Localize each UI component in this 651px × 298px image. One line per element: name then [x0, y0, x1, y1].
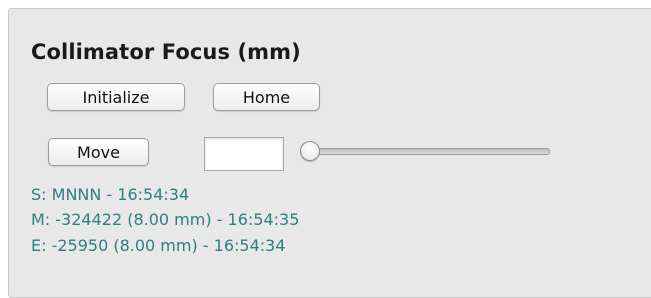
panel-title: Collimator Focus (mm) — [31, 40, 301, 64]
status-line-e: E: -25950 (8.00 mm) - 16:54:34 — [31, 236, 286, 255]
move-button[interactable]: Move — [48, 138, 149, 166]
status-line-m: M: -324422 (8.00 mm) - 16:54:35 — [31, 210, 300, 229]
status-line-s: S: MNNN - 16:54:34 — [31, 185, 190, 204]
position-input[interactable] — [204, 137, 284, 171]
initialize-button[interactable]: Initialize — [47, 83, 185, 111]
home-button[interactable]: Home — [213, 83, 320, 111]
focus-slider[interactable] — [296, 141, 556, 161]
slider-track[interactable] — [308, 148, 550, 155]
slider-thumb[interactable] — [300, 141, 320, 161]
